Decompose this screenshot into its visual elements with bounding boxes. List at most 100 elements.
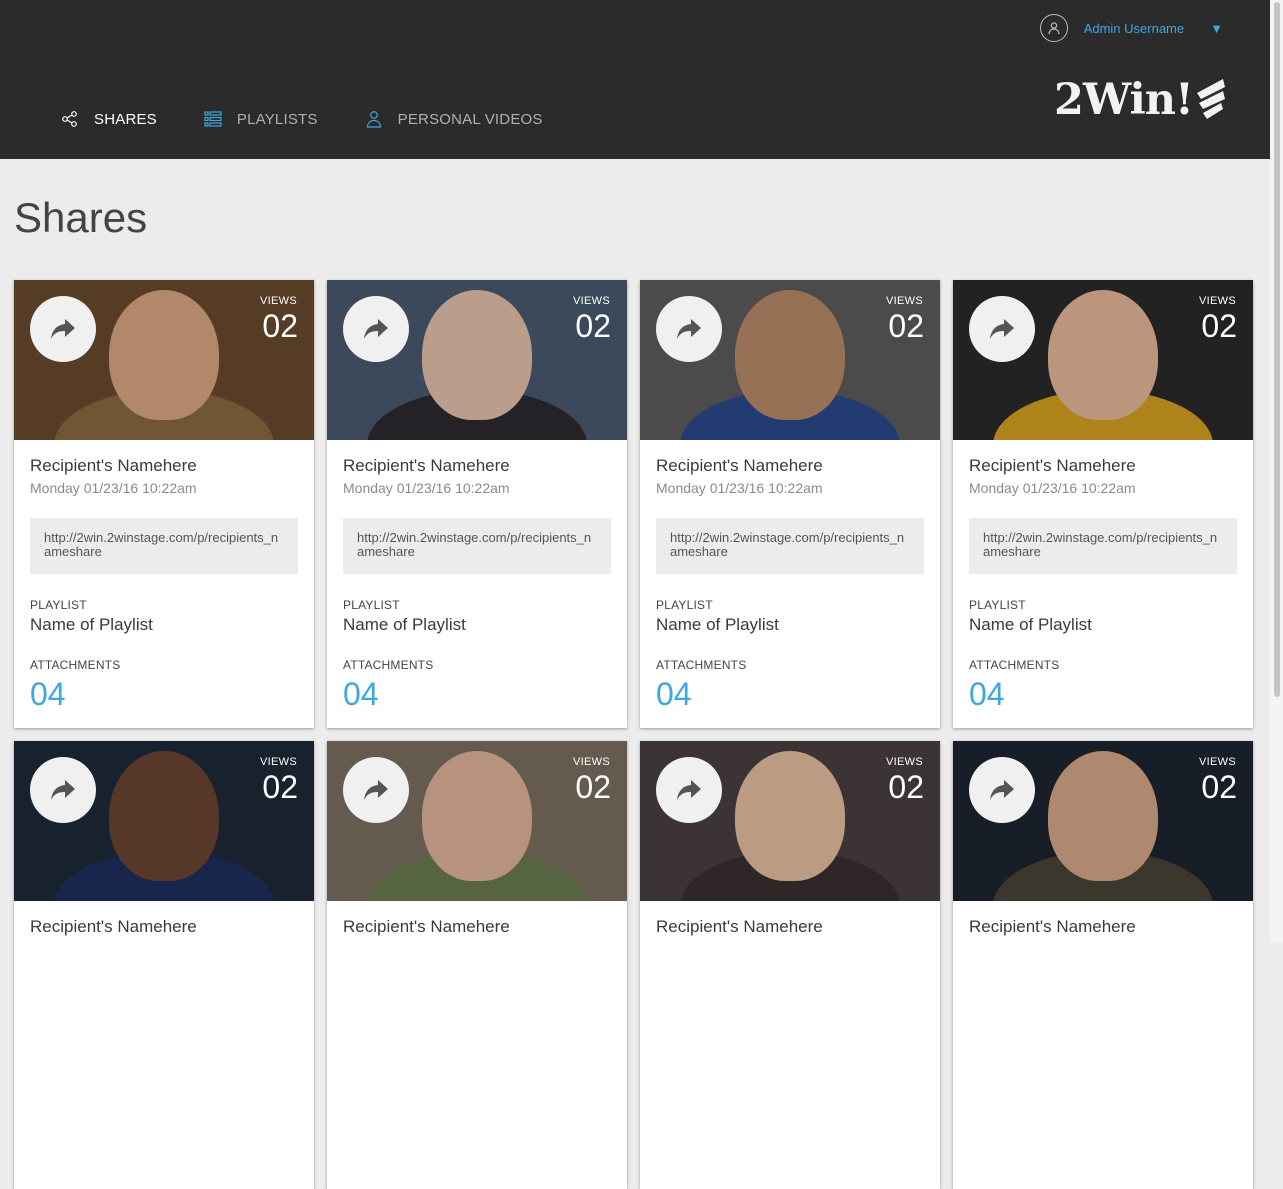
share-link[interactable]: http://2win.2winstage.com/p/recipients_n…: [343, 518, 611, 574]
views-count: 02: [1201, 769, 1237, 805]
card-body: Recipient's Namehere: [14, 901, 314, 937]
views-count: 02: [262, 769, 298, 805]
attachments-label: ATTACHMENTS: [343, 658, 434, 672]
page-title: Shares: [14, 194, 148, 241]
recipient-photo[interactable]: VIEWS 02: [14, 741, 314, 901]
share-link[interactable]: http://2win.2winstage.com/p/recipients_n…: [30, 518, 298, 574]
views-count: 02: [1201, 308, 1237, 344]
tab-shares[interactable]: SHARES: [61, 104, 157, 134]
recipient-name: Recipient's Namehere: [656, 456, 823, 475]
tab-playlists[interactable]: PLAYLISTS: [204, 104, 318, 134]
share-arrow-icon: [51, 319, 75, 339]
views-label: VIEWS: [573, 295, 610, 307]
card-body: Recipient's Namehere: [327, 901, 627, 937]
list-icon: [204, 111, 222, 127]
playlist-label: PLAYLIST: [656, 598, 713, 612]
card-body: Recipient's Namehere Monday 01/23/16 10:…: [327, 440, 627, 713]
views-count: 02: [262, 308, 298, 344]
share-date: Monday 01/23/16 10:22am: [969, 480, 1136, 496]
share-card[interactable]: VIEWS 02 Recipient's Namehere Monday 01/…: [14, 280, 314, 728]
share-button[interactable]: [656, 296, 722, 362]
top-bar: Admin Username ▼ SHARES PLAYLISTS PERSON…: [0, 0, 1270, 159]
views-label: VIEWS: [886, 756, 923, 768]
share-button[interactable]: [30, 757, 96, 823]
attachments-count[interactable]: 04: [969, 676, 1237, 713]
share-arrow-icon: [677, 319, 701, 339]
views-label: VIEWS: [573, 756, 610, 768]
share-button[interactable]: [343, 757, 409, 823]
share-button[interactable]: [343, 296, 409, 362]
recipient-photo[interactable]: VIEWS 02: [640, 280, 940, 440]
share-arrow-icon: [990, 780, 1014, 800]
card-body: Recipient's Namehere Monday 01/23/16 10:…: [640, 440, 940, 713]
card-body: Recipient's Namehere Monday 01/23/16 10:…: [14, 440, 314, 713]
recipient-photo[interactable]: VIEWS 02: [14, 280, 314, 440]
playlist-name: Name of Playlist: [656, 615, 779, 634]
share-button[interactable]: [30, 296, 96, 362]
person-icon: [366, 111, 381, 128]
recipient-name: Recipient's Namehere: [343, 917, 510, 936]
recipient-photo[interactable]: VIEWS 02: [327, 741, 627, 901]
scrollbar-thumb[interactable]: [1274, 2, 1280, 697]
user-name[interactable]: Admin Username: [1084, 21, 1184, 36]
brand-logo: 2Win!: [1054, 72, 1239, 128]
attachments-label: ATTACHMENTS: [30, 658, 121, 672]
flag-logo-icon: [1196, 79, 1225, 119]
scrollbar[interactable]: [1270, 0, 1283, 943]
share-card[interactable]: VIEWS 02 Recipient's Namehere Monday 01/…: [327, 280, 627, 728]
views-count: 02: [575, 769, 611, 805]
share-arrow-icon: [51, 780, 75, 800]
share-icon: [62, 111, 77, 127]
playlist-label: PLAYLIST: [30, 598, 87, 612]
recipient-photo[interactable]: VIEWS 02: [327, 280, 627, 440]
share-button[interactable]: [969, 296, 1035, 362]
share-card[interactable]: VIEWS 02 Recipient's Namehere: [953, 741, 1253, 1189]
share-link[interactable]: http://2win.2winstage.com/p/recipients_n…: [656, 518, 924, 574]
views-label: VIEWS: [886, 295, 923, 307]
share-card[interactable]: VIEWS 02 Recipient's Namehere: [327, 741, 627, 1189]
recipient-name: Recipient's Namehere: [969, 917, 1136, 936]
views-count: 02: [888, 308, 924, 344]
attachments-count[interactable]: 04: [656, 676, 924, 713]
tab-playlists-label: PLAYLISTS: [236, 110, 318, 128]
share-arrow-icon: [364, 319, 388, 339]
playlist-label: PLAYLIST: [969, 598, 1026, 612]
playlist-name: Name of Playlist: [30, 615, 153, 634]
views-label: VIEWS: [1199, 756, 1236, 768]
attachments-count[interactable]: 04: [343, 676, 611, 713]
share-card[interactable]: VIEWS 02 Recipient's Namehere Monday 01/…: [953, 280, 1253, 728]
share-arrow-icon: [677, 780, 701, 800]
recipient-name: Recipient's Namehere: [656, 917, 823, 936]
logo-text: 2Win!: [1054, 75, 1194, 125]
views-count: 02: [888, 769, 924, 805]
share-button[interactable]: [656, 757, 722, 823]
recipient-photo[interactable]: VIEWS 02: [953, 280, 1253, 440]
share-link[interactable]: http://2win.2winstage.com/p/recipients_n…: [969, 518, 1237, 574]
user-menu[interactable]: Admin Username ▼: [1039, 13, 1223, 43]
recipient-name: Recipient's Namehere: [30, 456, 197, 475]
share-card[interactable]: VIEWS 02 Recipient's Namehere: [640, 741, 940, 1189]
recipient-name: Recipient's Namehere: [30, 917, 197, 936]
share-date: Monday 01/23/16 10:22am: [30, 480, 197, 496]
tab-shares-label: SHARES: [94, 110, 157, 128]
recipient-photo[interactable]: VIEWS 02: [953, 741, 1253, 901]
views-label: VIEWS: [1199, 295, 1236, 307]
tab-personal-videos[interactable]: PERSONAL VIDEOS: [365, 104, 543, 134]
card-body: Recipient's Namehere Monday 01/23/16 10:…: [953, 440, 1253, 713]
views-label: VIEWS: [260, 756, 297, 768]
views-count: 02: [575, 308, 611, 344]
card-body: Recipient's Namehere: [640, 901, 940, 937]
recipient-photo[interactable]: VIEWS 02: [640, 741, 940, 901]
main-nav: SHARES PLAYLISTS PERSONAL VIDEOS: [61, 104, 590, 134]
share-date: Monday 01/23/16 10:22am: [343, 480, 510, 496]
recipient-name: Recipient's Namehere: [969, 456, 1136, 475]
share-date: Monday 01/23/16 10:22am: [656, 480, 823, 496]
attachments-count[interactable]: 04: [30, 676, 298, 713]
shares-grid: VIEWS 02 Recipient's Namehere Monday 01/…: [14, 280, 1253, 1189]
chevron-down-icon[interactable]: ▼: [1210, 21, 1223, 36]
views-label: VIEWS: [260, 295, 297, 307]
user-avatar-icon[interactable]: [1039, 14, 1068, 42]
share-button[interactable]: [969, 757, 1035, 823]
share-card[interactable]: VIEWS 02 Recipient's Namehere Monday 01/…: [640, 280, 940, 728]
share-card[interactable]: VIEWS 02 Recipient's Namehere: [14, 741, 314, 1189]
